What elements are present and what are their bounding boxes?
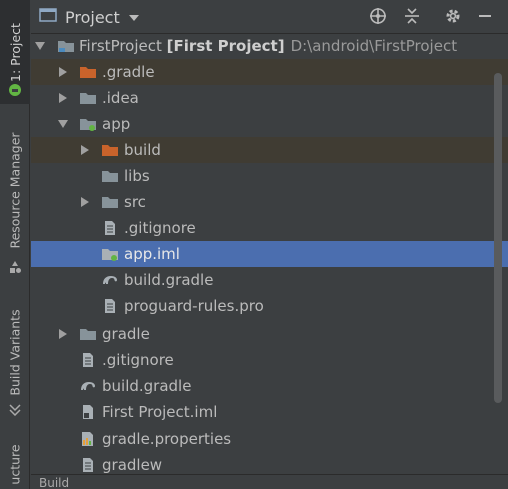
tab-structure-label: ucture — [7, 444, 23, 485]
tree-item-label: build — [124, 141, 161, 159]
root-name: FirstProject — [79, 37, 162, 55]
text-file-icon — [79, 352, 97, 368]
tab-resource-manager-label: Resource Manager — [7, 131, 23, 249]
tab-structure[interactable]: ucture — [0, 440, 30, 489]
tree-row-root[interactable]: FirstProject [First Project] D:\android\F… — [31, 33, 508, 59]
folder-icon — [79, 90, 97, 106]
excluded-folder-icon — [101, 142, 119, 158]
text-file-icon — [101, 298, 119, 314]
folder-icon — [101, 194, 119, 210]
tree-item-label: app — [102, 115, 131, 133]
gear-icon[interactable] — [441, 4, 465, 28]
tab-build-variants[interactable]: Build Variants — [0, 302, 30, 402]
gradle-icon — [101, 272, 119, 288]
chevron-right-icon[interactable] — [56, 327, 70, 341]
project-view-icon — [39, 7, 57, 27]
project-view-dropdown[interactable]: Project — [39, 4, 140, 30]
root-label: FirstProject [First Project] D:\android\F… — [79, 37, 457, 55]
excluded-folder-icon — [79, 64, 97, 80]
tree-row-libs[interactable]: libs — [31, 163, 508, 189]
tree-row-gradle[interactable]: gradle — [31, 321, 508, 347]
tree-row-src[interactable]: src — [31, 189, 508, 215]
tree-row-build-gradle[interactable]: build.gradle — [31, 373, 508, 399]
tree-row-app[interactable]: app — [31, 111, 508, 137]
tool-window-strip: 1: Project Resource Manager Build Varian… — [0, 0, 30, 489]
chevron-right-icon[interactable] — [78, 143, 92, 157]
resource-manager-icon — [0, 258, 30, 276]
tree-item-label: src — [124, 193, 146, 211]
bottom-tool-strip: Build — [31, 474, 508, 489]
globe-icon[interactable] — [366, 4, 390, 28]
tree-row-proguard[interactable]: proguard-rules.pro — [31, 293, 508, 319]
tree-row-app-iml[interactable]: app.iml — [31, 241, 508, 267]
tab-build-variants-label: Build Variants — [7, 308, 23, 396]
tree-item-label: First Project.iml — [102, 403, 218, 421]
tab-resource-manager[interactable]: Resource Manager — [0, 120, 30, 260]
module-file-icon — [101, 246, 119, 262]
tree-item-label: gradle — [102, 325, 150, 343]
tree-row-gitignore[interactable]: .gitignore — [31, 347, 508, 373]
tree-item-label: .gitignore — [102, 351, 174, 369]
module-folder-icon — [79, 116, 97, 132]
tab-build[interactable]: Build — [39, 476, 69, 489]
tree-item-label: .idea — [102, 89, 139, 107]
tree-item-label: libs — [124, 167, 150, 185]
chevron-right-icon[interactable] — [78, 195, 92, 209]
project-tree[interactable]: FirstProject [First Project] D:\android\F… — [31, 33, 508, 475]
build-variants-icon — [0, 400, 30, 418]
tree-row-gradle-properties[interactable]: gradle.properties — [31, 426, 508, 452]
folder-icon — [101, 168, 119, 184]
tree-row-build[interactable]: build — [31, 137, 508, 163]
minimize-icon[interactable] — [473, 4, 497, 28]
tree-row-app-gitignore[interactable]: .gitignore — [31, 215, 508, 241]
tree-item-label: proguard-rules.pro — [124, 297, 264, 315]
gradle-icon — [79, 378, 97, 394]
project-tool-header: Project — [31, 0, 508, 34]
chevron-down-icon[interactable] — [33, 39, 47, 53]
tree-item-label: app.iml — [124, 245, 180, 263]
iml-file-icon — [79, 404, 97, 420]
folder-icon — [79, 326, 97, 342]
tree-item-label: build.gradle — [102, 377, 192, 395]
tree-row-project-iml[interactable]: First Project.iml — [31, 399, 508, 425]
tab-project-label: 1: Project — [7, 22, 23, 82]
tree-row-gradlew[interactable]: gradlew — [31, 452, 508, 475]
properties-file-icon — [79, 431, 97, 447]
chevron-right-icon[interactable] — [56, 91, 70, 105]
tree-item-label: gradle.properties — [102, 430, 232, 448]
tree-row-app-build-gradle[interactable]: build.gradle — [31, 267, 508, 293]
root-path: D:\android\FirstProject — [290, 37, 458, 55]
chevron-down-icon — [128, 8, 140, 26]
root-module: [First Project] — [166, 37, 285, 55]
tree-scrollbar[interactable] — [494, 73, 502, 403]
text-file-icon — [79, 457, 97, 473]
tree-row-idea[interactable]: .idea — [31, 85, 508, 111]
tree-item-label: .gradle — [102, 63, 155, 81]
chevron-down-icon[interactable] — [56, 117, 70, 131]
tree-item-label: .gitignore — [124, 219, 196, 237]
text-file-icon — [101, 220, 119, 236]
collapse-icon[interactable] — [400, 4, 424, 28]
module-folder-icon — [57, 38, 75, 54]
android-icon — [0, 80, 30, 100]
chevron-right-icon[interactable] — [56, 65, 70, 79]
tree-item-label: gradlew — [102, 456, 163, 474]
tree-item-label: build.gradle — [124, 271, 214, 289]
project-view-label: Project — [65, 7, 120, 27]
tree-row-gradle-cache[interactable]: .gradle — [31, 59, 508, 85]
